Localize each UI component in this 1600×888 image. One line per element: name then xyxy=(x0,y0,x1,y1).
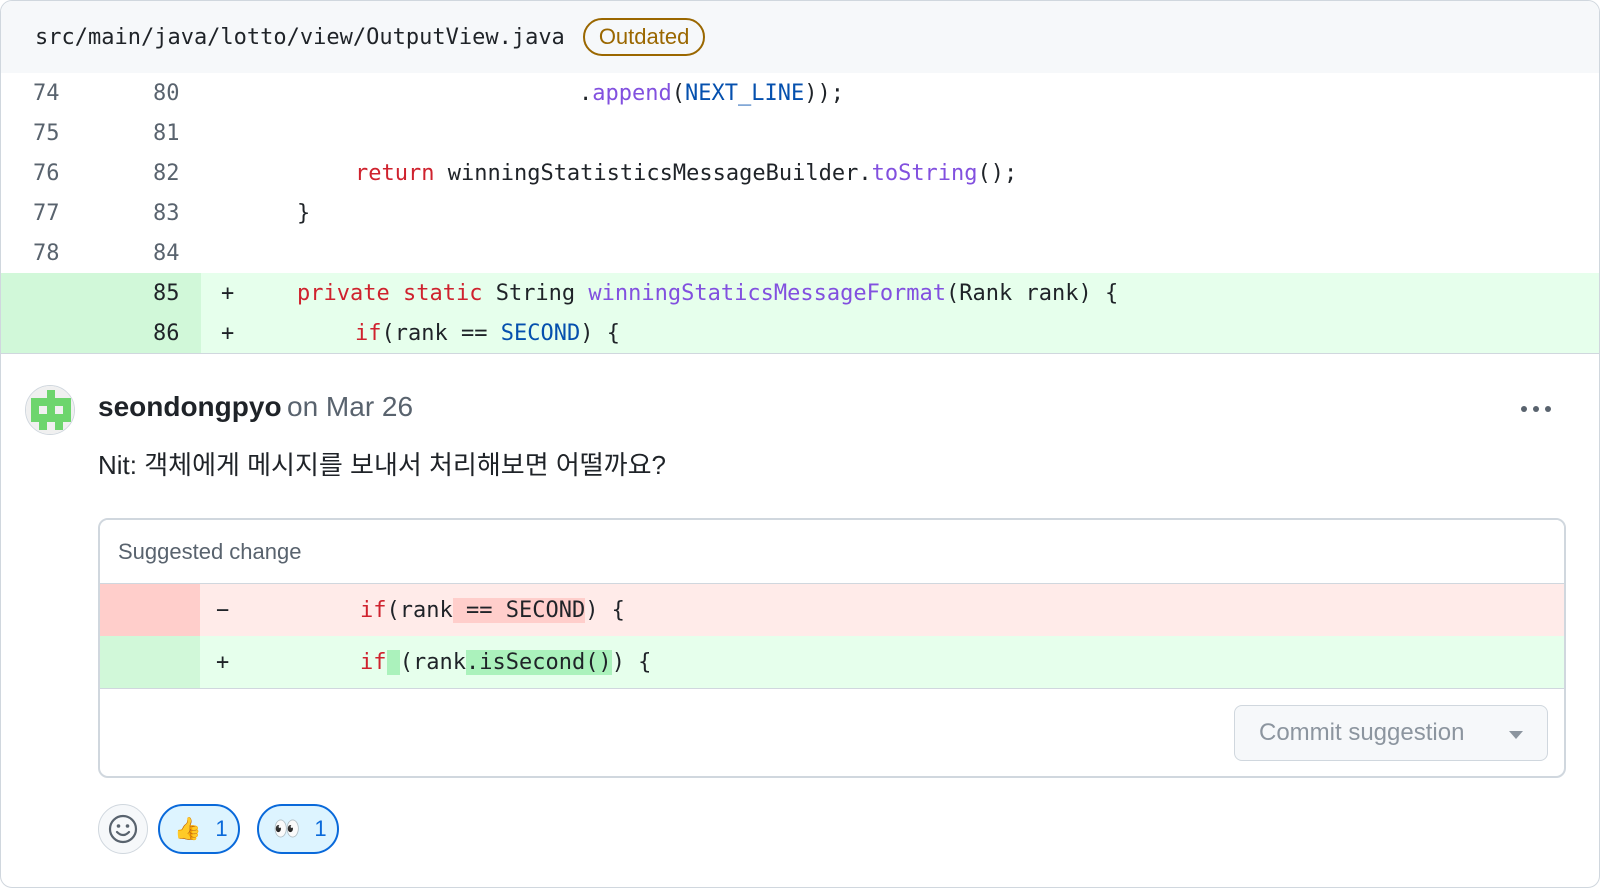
reaction-count: 1 xyxy=(314,816,327,841)
thumbs-up-icon: 👍 xyxy=(174,816,202,842)
outdated-badge: Outdated xyxy=(582,18,706,56)
triangle-down-icon[interactable] xyxy=(1509,731,1523,739)
review-thread: src/main/java/lotto/view/OutputView.java… xyxy=(0,0,1600,888)
line-number-gutter xyxy=(100,636,200,688)
reaction-thumbs-up-button[interactable]: 👍 1 xyxy=(158,804,240,854)
code-line: } xyxy=(297,200,311,226)
reaction-count: 1 xyxy=(215,816,228,841)
code-token: return xyxy=(355,160,435,186)
code-token: private xyxy=(297,280,390,306)
new-line-number[interactable]: 80 xyxy=(101,81,201,106)
code-token: if xyxy=(360,597,387,623)
code-token: (rank == xyxy=(381,320,501,346)
diff-row-added: 85 + private static String winningStatic… xyxy=(1,273,1599,313)
diff-marker: + xyxy=(216,649,230,675)
new-line-number[interactable]: 86 xyxy=(101,321,201,346)
diff-marker: + xyxy=(221,320,235,346)
code-token: toString xyxy=(871,160,978,186)
suggestion-added-line: + if (rank.isSecond()) { xyxy=(100,636,1564,688)
comment-author-link[interactable]: seondongpyo xyxy=(98,391,282,423)
code-token: append xyxy=(592,80,672,106)
code-token: winningStatisticsMessageBuilder. xyxy=(434,160,872,186)
code-line: if (rank.isSecond()) { xyxy=(360,649,652,675)
code-token-changed: .isSecond() xyxy=(465,649,612,675)
code-token: ) { xyxy=(611,649,652,675)
code-token-changed xyxy=(386,649,400,675)
code-token: )); xyxy=(804,80,844,106)
eyes-icon: 👀 xyxy=(273,816,301,842)
code-line: private static String winningStaticsMess… xyxy=(297,281,1118,306)
file-header: src/main/java/lotto/view/OutputView.java… xyxy=(1,1,1599,73)
code-token: (rank xyxy=(386,597,453,623)
line-number-gutter xyxy=(100,584,200,636)
old-line-number[interactable]: 78 xyxy=(1,241,101,266)
code-token: . xyxy=(579,80,593,106)
suggested-change-box: Suggested change − if(rank == SECOND) { … xyxy=(98,518,1566,778)
add-reaction-button[interactable] xyxy=(98,804,148,854)
commit-suggestion-button[interactable]: Commit suggestion xyxy=(1234,705,1548,761)
new-line-number[interactable]: 81 xyxy=(101,121,201,146)
code-line: return winningStatisticsMessageBuilder.t… xyxy=(355,161,1017,186)
code-token: (); xyxy=(977,160,1018,186)
old-line-number[interactable]: 76 xyxy=(1,161,101,186)
old-line-number[interactable]: 75 xyxy=(1,121,101,146)
identicon-avatar[interactable] xyxy=(25,385,75,435)
code-token: if xyxy=(360,649,387,675)
diff-marker: − xyxy=(216,597,230,623)
code-line: if(rank == SECOND) { xyxy=(355,321,620,346)
code-token: ) { xyxy=(580,320,620,346)
diff-marker: + xyxy=(221,280,235,306)
old-line-number[interactable]: 74 xyxy=(1,81,101,106)
code-token: NEXT_LINE xyxy=(684,80,805,106)
new-line-number[interactable]: 84 xyxy=(101,241,201,266)
comment-body: Nit: 객체에게 메시지를 보내서 처리해보면 어떨까요? xyxy=(98,450,666,480)
new-line-number[interactable]: 83 xyxy=(101,201,201,226)
diff-row: 75 81 xyxy=(1,113,1599,153)
new-line-number[interactable]: 82 xyxy=(101,161,201,186)
suggestion-footer: Commit suggestion xyxy=(100,688,1564,776)
code-line: .append(NEXT_LINE)); xyxy=(579,81,844,106)
suggested-change-header: Suggested change xyxy=(100,520,1564,584)
old-line-number[interactable]: 77 xyxy=(1,201,101,226)
code-token: (Rank rank) { xyxy=(946,280,1119,306)
diff-row: 78 84 xyxy=(1,233,1599,273)
avatar-icon xyxy=(26,386,74,434)
diff-row: 76 82 return winningStatisticsMessageBui… xyxy=(1,153,1599,193)
new-line-number[interactable]: 85 xyxy=(101,281,201,306)
code-token: winningStaticsMessageFormat xyxy=(588,280,947,306)
code-token: ) { xyxy=(585,597,625,623)
file-path-link[interactable]: src/main/java/lotto/view/OutputView.java xyxy=(35,25,565,50)
code-token: (rank xyxy=(399,649,466,675)
commit-suggestion-label: Commit suggestion xyxy=(1259,719,1465,746)
code-token: if xyxy=(355,320,382,346)
code-token: ( xyxy=(671,80,685,106)
kebab-horizontal-icon[interactable] xyxy=(1521,401,1557,417)
diff-hunk: 74 80 .append(NEXT_LINE)); 75 81 76 82 r… xyxy=(1,73,1599,353)
diff-row: 74 80 .append(NEXT_LINE)); xyxy=(1,73,1599,113)
code-line: if(rank == SECOND) { xyxy=(360,597,625,623)
divider xyxy=(1,353,1599,354)
smiley-icon xyxy=(108,814,138,844)
reaction-eyes-button[interactable]: 👀 1 xyxy=(257,804,339,854)
diff-row-added: 86 + if(rank == SECOND) { xyxy=(1,313,1599,353)
code-token: SECOND xyxy=(500,320,581,346)
code-token: String xyxy=(482,280,589,306)
code-token-changed: == SECOND xyxy=(452,597,586,623)
diff-row: 77 83 } xyxy=(1,193,1599,233)
code-token: static xyxy=(402,280,483,306)
suggestion-deleted-line: − if(rank == SECOND) { xyxy=(100,584,1564,636)
comment-timestamp-link[interactable]: on Mar 26 xyxy=(287,391,413,423)
